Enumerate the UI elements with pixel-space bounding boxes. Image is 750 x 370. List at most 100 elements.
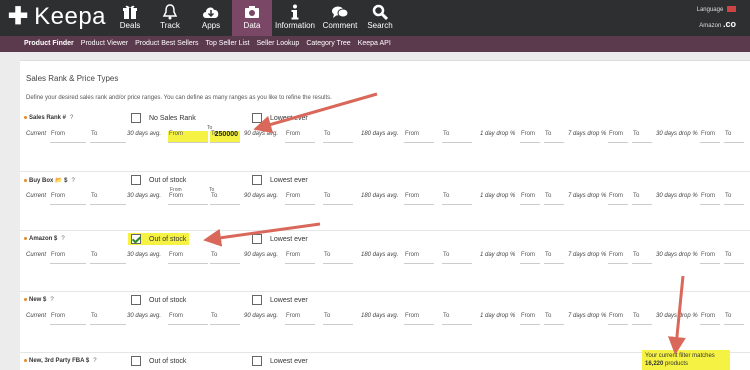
range-input-from[interactable]: From	[50, 313, 86, 325]
range-input-from[interactable]: From	[168, 131, 208, 143]
option-checkbox[interactable]: Out of stock	[128, 233, 190, 245]
range-input-to[interactable]: To	[323, 313, 353, 325]
range-input-from[interactable]: From	[404, 313, 434, 325]
range-input-to[interactable]: To	[724, 131, 744, 143]
subnav-product-viewer[interactable]: Product Viewer	[81, 36, 128, 52]
range-input-to[interactable]: To	[442, 131, 472, 143]
option-checkbox[interactable]: Out of stock	[128, 294, 189, 306]
nav-track[interactable]: Track	[150, 0, 190, 36]
nav-information[interactable]: Information	[275, 0, 315, 36]
range-input-to[interactable]: To	[90, 131, 126, 143]
range-input-from[interactable]: From	[608, 193, 628, 205]
checkbox-icon[interactable]	[131, 295, 141, 305]
range-input-from[interactable]: From	[168, 252, 208, 264]
option-checkbox[interactable]: Out of stock	[128, 174, 189, 186]
range-input-to[interactable]: To	[724, 313, 744, 325]
bullet-icon	[24, 297, 27, 301]
range-input-to[interactable]: To	[90, 313, 126, 325]
subnav-top-seller-list[interactable]: Top Seller List	[206, 36, 250, 52]
range-input-to[interactable]: To	[442, 252, 472, 264]
range-input-to[interactable]: To	[544, 252, 564, 264]
range-input-from[interactable]: From	[404, 252, 434, 264]
subnav-category-tree[interactable]: Category Tree	[306, 36, 350, 52]
range-input-to[interactable]: To	[632, 193, 652, 205]
range-input-from[interactable]: From	[285, 313, 315, 325]
range-input-from[interactable]: From	[700, 313, 720, 325]
nav-search[interactable]: Search	[360, 0, 400, 36]
lowest-ever-checkbox[interactable]: Lowest ever	[249, 174, 311, 186]
range-input-to[interactable]: To	[632, 252, 652, 264]
range-input-to[interactable]: To	[210, 313, 240, 325]
range-input-to[interactable]: To	[323, 131, 353, 143]
checkbox-icon[interactable]	[131, 175, 141, 185]
range-input-to[interactable]: To	[323, 193, 353, 205]
subnav-product-finder[interactable]: Product Finder	[24, 36, 74, 52]
checkbox-icon[interactable]	[252, 356, 262, 366]
range-input-from[interactable]: From	[608, 252, 628, 264]
range-input-from[interactable]: From	[285, 131, 315, 143]
range-input-from[interactable]: From	[520, 131, 540, 143]
keepa-logo[interactable]: ✚ Keepa	[8, 4, 106, 30]
range-input-from[interactable]: From	[404, 193, 434, 205]
option-checkbox[interactable]: No Sales Rank	[128, 112, 199, 124]
range-input-to[interactable]: To	[210, 252, 240, 264]
help-icon[interactable]: ?	[71, 178, 74, 184]
lowest-ever-checkbox[interactable]: Lowest ever	[249, 233, 311, 245]
range-input-to[interactable]: To	[90, 193, 126, 205]
lowest-ever-checkbox[interactable]: Lowest ever	[249, 112, 311, 124]
subnav-product-best-sellers[interactable]: Product Best Sellers	[135, 36, 198, 52]
help-icon[interactable]: ?	[50, 297, 53, 303]
range-input-from[interactable]: From	[50, 131, 86, 143]
range-input-from[interactable]: From	[168, 193, 208, 205]
range-input-to[interactable]: To	[323, 252, 353, 264]
range-input-to[interactable]: To	[632, 131, 652, 143]
checkbox-icon[interactable]	[252, 113, 262, 123]
range-input-from[interactable]: From	[700, 193, 720, 205]
checkbox-icon[interactable]	[252, 295, 262, 305]
range-input-from[interactable]: From	[50, 252, 86, 264]
range-input-to[interactable]: To	[544, 131, 564, 143]
nav-apps[interactable]: Apps	[191, 0, 231, 36]
range-input-from[interactable]: From	[520, 193, 540, 205]
range-input-from[interactable]: From	[285, 193, 315, 205]
checkbox-icon[interactable]	[131, 356, 141, 366]
subnav-seller-lookup[interactable]: Seller Lookup	[257, 36, 300, 52]
range-input-from[interactable]: From	[700, 252, 720, 264]
range-input-to[interactable]: To	[724, 252, 744, 264]
range-input-from[interactable]: From	[608, 131, 628, 143]
range-input-from[interactable]: From	[404, 131, 434, 143]
nav-data[interactable]: Data	[232, 0, 272, 36]
range-input-to[interactable]: To	[442, 313, 472, 325]
range-input-to[interactable]: To	[632, 313, 652, 325]
range-input-to[interactable]: To	[90, 252, 126, 264]
range-input-from[interactable]: From	[608, 313, 628, 325]
range-input-to[interactable]: To 250000	[210, 131, 240, 143]
range-input-to[interactable]: To	[442, 193, 472, 205]
range-input-to[interactable]: To	[724, 193, 744, 205]
locale-switcher[interactable]: Language Amazon .co	[697, 3, 736, 33]
range-input-to[interactable]: To	[544, 193, 564, 205]
help-icon[interactable]: ?	[93, 358, 96, 364]
option-checkbox[interactable]: Out of stock	[128, 355, 189, 367]
checkbox-icon[interactable]	[252, 234, 262, 244]
nav-deals[interactable]: Deals	[110, 0, 150, 36]
help-icon[interactable]: ?	[70, 115, 73, 121]
checkbox-icon[interactable]	[131, 234, 141, 244]
range-input-from[interactable]: From	[520, 252, 540, 264]
lowest-ever-checkbox[interactable]: Lowest ever	[249, 294, 311, 306]
checkbox-icon[interactable]	[131, 113, 141, 123]
range-input-from[interactable]: From	[700, 131, 720, 143]
checkbox-icon[interactable]	[252, 175, 262, 185]
section-name: New $?	[24, 297, 54, 303]
language-label: Language	[696, 7, 724, 13]
lowest-ever-checkbox[interactable]: Lowest ever	[249, 355, 311, 367]
range-input-from[interactable]: From	[520, 313, 540, 325]
range-input-from[interactable]: From	[50, 193, 86, 205]
nav-comment[interactable]: Comment	[320, 0, 360, 36]
range-input-from[interactable]: From	[168, 313, 208, 325]
subnav-keepa-api[interactable]: Keepa API	[358, 36, 391, 52]
range-input-from[interactable]: From	[285, 252, 315, 264]
range-input-to[interactable]: To	[210, 193, 240, 205]
help-icon[interactable]: ?	[61, 236, 64, 242]
range-input-to[interactable]: To	[544, 313, 564, 325]
